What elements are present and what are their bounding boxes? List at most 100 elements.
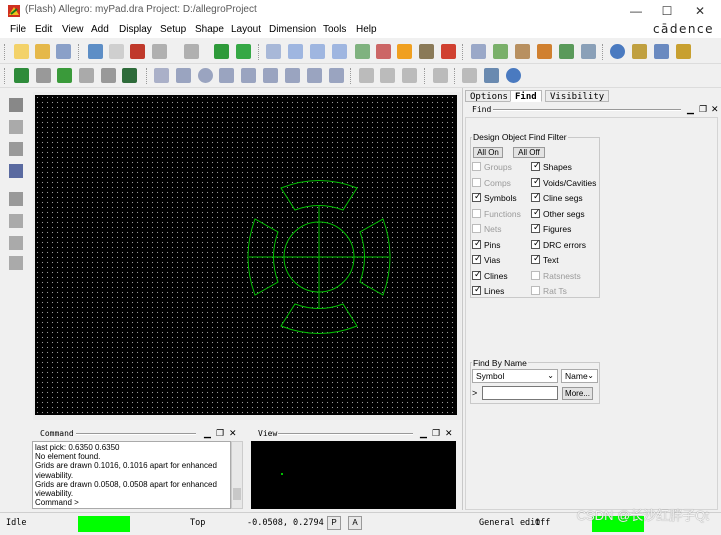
zoom-fit-icon[interactable] bbox=[288, 44, 303, 59]
menu-setup[interactable]: Setup bbox=[160, 24, 186, 35]
add-line-icon[interactable] bbox=[154, 68, 169, 83]
name-mode-select[interactable]: Name ⌄ bbox=[561, 369, 598, 383]
fix-icon[interactable] bbox=[214, 44, 229, 59]
show-element-icon[interactable] bbox=[632, 44, 647, 59]
delay-tune-icon[interactable] bbox=[79, 68, 94, 83]
world-view-canvas[interactable] bbox=[251, 441, 456, 509]
dimension-linear-icon[interactable] bbox=[402, 68, 417, 83]
checkbox[interactable]: ✓ bbox=[472, 253, 482, 264]
shade-icon[interactable] bbox=[537, 44, 552, 59]
copy-icon[interactable] bbox=[109, 44, 124, 59]
filter-symbols[interactable]: ✓ Symbols bbox=[472, 191, 517, 204]
zoom-in-icon[interactable] bbox=[310, 44, 325, 59]
menu-shape[interactable]: Shape bbox=[195, 24, 224, 35]
hourglass-icon[interactable] bbox=[676, 44, 691, 59]
menu-help[interactable]: Help bbox=[356, 24, 377, 35]
zoom-out-icon[interactable] bbox=[332, 44, 347, 59]
grid-icon[interactable] bbox=[471, 44, 486, 59]
scroll-thumb[interactable] bbox=[233, 488, 241, 500]
command-minimize-icon[interactable]: ▁ bbox=[204, 428, 211, 439]
menu-dimension[interactable]: Dimension bbox=[269, 24, 316, 35]
add-rect-icon[interactable] bbox=[176, 68, 191, 83]
redo-icon[interactable] bbox=[184, 44, 199, 59]
rect-shape-icon[interactable] bbox=[285, 68, 300, 83]
command-close-icon[interactable]: ✕ bbox=[229, 428, 237, 439]
filter-clines[interactable]: ✓ Clines bbox=[472, 269, 508, 282]
menu-add[interactable]: Add bbox=[91, 24, 109, 35]
checkbox[interactable]: ✓ bbox=[531, 253, 541, 264]
menu-view[interactable]: View bbox=[62, 24, 84, 35]
checkbox[interactable]: ✓ bbox=[472, 238, 482, 249]
open-folder-icon[interactable] bbox=[35, 44, 50, 59]
zoom-previous-icon[interactable] bbox=[355, 44, 370, 59]
filter-other-segs[interactable]: ✓ Other segs bbox=[531, 207, 585, 220]
minimize-button[interactable]: — bbox=[620, 0, 652, 22]
help-icon[interactable] bbox=[506, 68, 521, 83]
shape-select-icon[interactable] bbox=[241, 68, 256, 83]
all-on-button[interactable]: All On bbox=[473, 147, 503, 158]
menu-layout[interactable]: Layout bbox=[231, 24, 261, 35]
checkbox[interactable]: ✓ bbox=[531, 207, 541, 218]
checkbox[interactable]: ✓ bbox=[531, 222, 541, 233]
panel-close-icon[interactable]: ✕ bbox=[711, 104, 719, 115]
save-icon[interactable] bbox=[56, 44, 71, 59]
dehighlight-icon[interactable] bbox=[581, 44, 596, 59]
panel-float-icon[interactable]: ❐ bbox=[699, 104, 707, 115]
interactive-icon[interactable] bbox=[9, 164, 23, 178]
name-input[interactable] bbox=[482, 386, 558, 400]
checkbox[interactable]: ✓ bbox=[531, 238, 541, 249]
route-icon[interactable] bbox=[9, 98, 23, 112]
vertex-icon[interactable] bbox=[122, 68, 137, 83]
move-icon[interactable] bbox=[88, 44, 103, 59]
text-tool-icon[interactable] bbox=[9, 256, 23, 270]
filter-cline-segs[interactable]: ✓ Cline segs bbox=[531, 191, 583, 204]
command-scrollbar[interactable] bbox=[231, 441, 243, 509]
flip-icon[interactable] bbox=[441, 44, 456, 59]
filter-text[interactable]: ✓ Text bbox=[531, 253, 559, 266]
undo-icon[interactable] bbox=[152, 44, 167, 59]
tools-icon[interactable] bbox=[484, 68, 499, 83]
tab-find[interactable]: Find bbox=[510, 90, 542, 102]
filter-voids-cavities[interactable]: ✓ Voids/Cavities bbox=[531, 176, 596, 189]
menu-tools[interactable]: Tools bbox=[323, 24, 346, 35]
highlight-icon[interactable] bbox=[559, 44, 574, 59]
filter-vias[interactable]: ✓ Vias bbox=[472, 253, 500, 266]
info-icon[interactable] bbox=[610, 44, 625, 59]
checkbox[interactable]: ✓ bbox=[531, 160, 541, 171]
close-button[interactable]: ✕ bbox=[684, 0, 716, 22]
filter-pins[interactable]: ✓ Pins bbox=[472, 238, 501, 251]
a-button[interactable]: A bbox=[348, 516, 362, 530]
polygon-shape-icon[interactable] bbox=[329, 68, 344, 83]
connect-icon[interactable] bbox=[14, 68, 29, 83]
filter-drc-errors[interactable]: ✓ DRC errors bbox=[531, 238, 586, 251]
checkbox[interactable]: ✓ bbox=[472, 191, 482, 202]
rect-tool-icon[interactable] bbox=[9, 214, 23, 228]
snapshot-icon[interactable] bbox=[433, 68, 448, 83]
all-off-button[interactable]: All Off bbox=[513, 147, 545, 158]
layer-visibility-icon[interactable] bbox=[515, 44, 530, 59]
command-console[interactable]: last pick: 0.6350 0.6350 No element found… bbox=[32, 441, 231, 509]
select-icon[interactable] bbox=[219, 68, 234, 83]
unfix-icon[interactable] bbox=[236, 44, 251, 59]
custom-smooth-icon[interactable] bbox=[101, 68, 116, 83]
filter-lines[interactable]: ✓ Lines bbox=[472, 284, 504, 297]
view-close-icon[interactable]: ✕ bbox=[445, 428, 453, 439]
place-icon[interactable] bbox=[9, 120, 23, 134]
checkbox[interactable]: ✓ bbox=[472, 269, 482, 280]
command-float-icon[interactable]: ❐ bbox=[216, 428, 224, 439]
line-tool-icon[interactable] bbox=[9, 192, 23, 206]
measure-icon[interactable] bbox=[654, 44, 669, 59]
more-button[interactable]: More... bbox=[562, 387, 593, 400]
shape-tool-icon[interactable] bbox=[9, 236, 23, 250]
view-minimize-icon[interactable]: ▁ bbox=[420, 428, 427, 439]
fanout-icon[interactable] bbox=[9, 142, 23, 156]
object-type-select[interactable]: Symbol ⌄ bbox=[472, 369, 558, 383]
circle-shape-icon[interactable] bbox=[307, 68, 322, 83]
reports-icon[interactable] bbox=[462, 68, 477, 83]
checkbox[interactable]: ✓ bbox=[472, 284, 482, 295]
shadow-icon[interactable] bbox=[419, 44, 434, 59]
zoom-points-icon[interactable] bbox=[266, 44, 281, 59]
delete-icon[interactable] bbox=[130, 44, 145, 59]
tab-visibility[interactable]: Visibility bbox=[545, 90, 610, 102]
menu-file[interactable]: File bbox=[10, 24, 26, 35]
